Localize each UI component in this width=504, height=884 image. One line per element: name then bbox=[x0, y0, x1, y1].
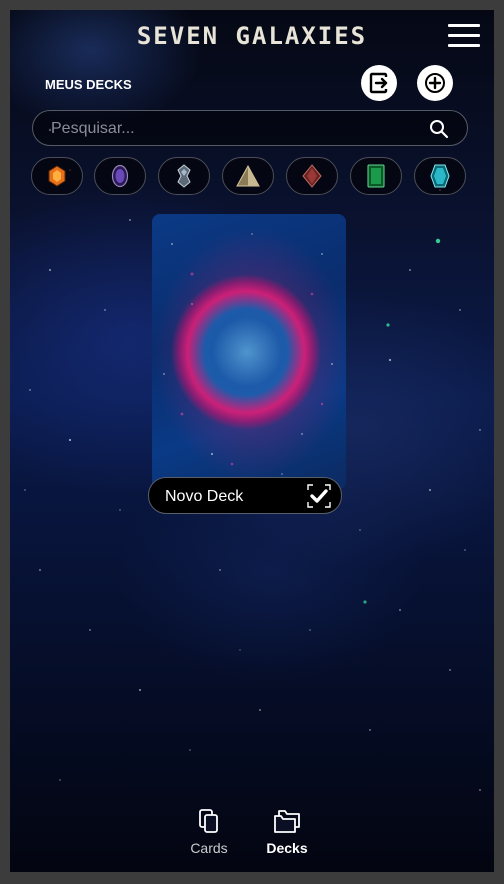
deck-name-field bbox=[148, 477, 342, 515]
filter-green-emerald[interactable] bbox=[350, 157, 402, 195]
hamburger-menu-button[interactable] bbox=[448, 24, 480, 48]
filter-tan-pyramid[interactable] bbox=[222, 157, 274, 195]
menu-bar-icon bbox=[448, 34, 480, 37]
search-input[interactable] bbox=[49, 111, 423, 147]
nav-decks-label: Decks bbox=[266, 840, 308, 856]
plus-circle-icon bbox=[425, 73, 445, 93]
bottom-navigation: Cards Decks bbox=[10, 808, 494, 858]
filter-purple-oval-gem[interactable] bbox=[94, 157, 146, 195]
nebula-artwork bbox=[163, 233, 333, 475]
orange-gem-icon bbox=[48, 165, 66, 187]
section-title: MEUS DECKS bbox=[45, 77, 132, 92]
folders-icon bbox=[274, 810, 300, 833]
login-arrow-icon bbox=[369, 72, 388, 94]
menu-bar-icon bbox=[448, 44, 480, 47]
app-title: SEVEN GALAXIES bbox=[136, 22, 368, 50]
menu-bar-icon bbox=[448, 24, 480, 27]
filter-orange-gem[interactable] bbox=[31, 157, 83, 195]
nav-cards-label: Cards bbox=[190, 840, 228, 856]
nav-decks[interactable]: Decks bbox=[252, 808, 322, 856]
deck-name-input[interactable] bbox=[163, 478, 307, 515]
add-deck-button[interactable] bbox=[417, 65, 453, 101]
app-screen: SEVEN GALAXIES MEUS DECKS Pesquisar... N… bbox=[10, 10, 494, 872]
purple-oval-gem-icon bbox=[111, 164, 129, 188]
cards-icon bbox=[199, 809, 218, 833]
filter-red-diamond[interactable] bbox=[286, 157, 338, 195]
deck-card-nebula[interactable] bbox=[152, 214, 346, 490]
silver-crystal-icon bbox=[177, 164, 191, 188]
red-diamond-icon bbox=[302, 164, 322, 188]
confirm-check-icon[interactable] bbox=[307, 484, 331, 508]
filter-silver-crystal[interactable] bbox=[158, 157, 210, 195]
filter-cyan-crystal[interactable] bbox=[414, 157, 466, 195]
import-deck-button[interactable] bbox=[361, 65, 397, 101]
search-bar bbox=[32, 110, 468, 147]
tan-pyramid-icon bbox=[236, 165, 260, 187]
cyan-crystal-icon bbox=[430, 164, 450, 188]
green-emerald-icon bbox=[367, 164, 385, 188]
nav-cards[interactable]: Cards bbox=[174, 808, 244, 856]
search-icon[interactable] bbox=[429, 119, 449, 139]
